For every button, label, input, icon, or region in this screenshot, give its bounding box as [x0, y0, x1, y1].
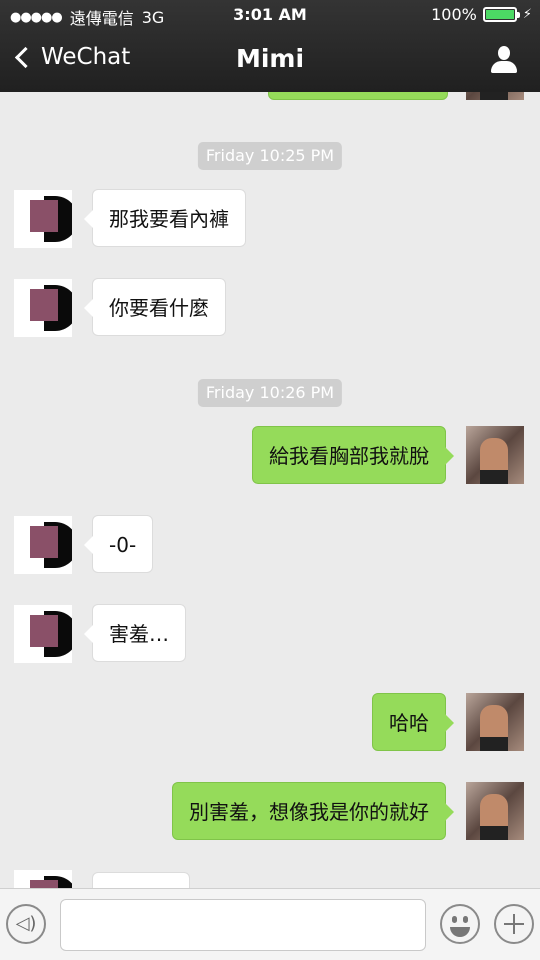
message-bubble-incoming[interactable] — [92, 872, 190, 888]
status-bar: ●●●●● 遠傳電信 3G 3:01 AM 100% ⚡ — [0, 0, 540, 30]
emoji-icon[interactable] — [440, 904, 480, 944]
timestamp: Friday 10:26 PM — [197, 379, 343, 407]
message-bubble-outgoing[interactable]: 給我看胸部我就脫 — [252, 426, 454, 484]
plus-icon[interactable] — [494, 904, 534, 944]
contact-avatar[interactable] — [14, 605, 72, 663]
page-title: Mimi — [235, 44, 305, 73]
voice-icon[interactable]: ◁) — [6, 904, 46, 944]
message-bubble-incoming[interactable]: 那我要看內褲 — [84, 189, 246, 247]
message-bubble-incoming[interactable]: -0- — [83, 515, 154, 573]
my-avatar[interactable] — [466, 782, 524, 840]
battery-percent: 100% — [431, 5, 477, 24]
message-bubble-outgoing[interactable] — [268, 92, 448, 100]
message-input[interactable] — [60, 899, 426, 951]
message-bubble-outgoing[interactable]: 哈哈 — [372, 693, 454, 751]
contact-avatar[interactable] — [14, 870, 72, 888]
message-bubble-outgoing[interactable]: 別害羞，想像我是你的就好 — [172, 782, 454, 840]
my-avatar[interactable] — [466, 426, 524, 484]
battery-icon — [482, 7, 520, 22]
message-bubble-incoming[interactable]: 你要看什麼 — [84, 278, 226, 336]
person-icon[interactable] — [490, 46, 518, 74]
contact-avatar[interactable] — [14, 190, 72, 248]
contact-avatar[interactable] — [14, 516, 72, 574]
message-bubble-incoming[interactable]: 害羞… — [84, 604, 186, 662]
input-bar: ◁) — [0, 888, 540, 960]
my-avatar[interactable] — [466, 92, 524, 100]
my-avatar[interactable] — [466, 693, 524, 751]
charging-icon: ⚡ — [522, 7, 532, 22]
contact-avatar[interactable] — [14, 279, 72, 337]
chat-area[interactable]: Friday 10:25 PM 那我要看內褲 你要看什麼 Friday 10:2… — [0, 92, 540, 888]
top-bar: ●●●●● 遠傳電信 3G 3:01 AM 100% ⚡ WeChat Mimi — [0, 0, 540, 92]
timestamp: Friday 10:25 PM — [197, 142, 343, 170]
